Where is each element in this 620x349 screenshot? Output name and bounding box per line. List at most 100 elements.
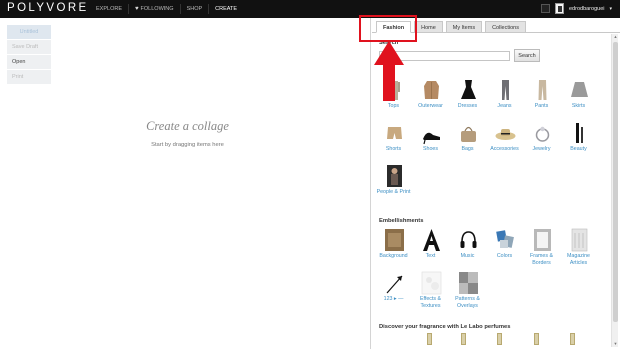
embellishment-background[interactable]: Background [375,226,412,269]
hat-icon [495,129,516,140]
highlight-box [359,15,417,42]
tab-my-items[interactable]: My Items [445,21,483,33]
embellishments-label: Embellishments [379,218,424,224]
embellishment-label: Frames & Borders [530,253,553,266]
category-label: Accessories [490,146,519,152]
category-people-print[interactable]: People & Print [375,162,412,208]
headphones-icon [460,231,477,248]
embellishment-label: 123 ▸ — [383,296,404,302]
jeans-icon [502,80,509,100]
embellishment-label: Patterns & Overlays [455,296,480,309]
scroll-thumb[interactable] [613,42,618,322]
avatar[interactable] [555,3,564,14]
search-button[interactable]: Search [514,49,540,62]
items-panel: Fashion Home My Items Collections Search… [372,18,620,349]
magazine-icon [571,228,588,252]
perfume-thumbnail[interactable] [497,333,502,345]
embellishment-patterns[interactable]: Patterns & Overlays [449,269,486,315]
user-menu: edrodbaroguei ▾ [541,3,612,14]
arrow-icon [386,275,403,294]
embellishment-frames[interactable]: Frames & Borders [523,226,560,269]
embellishment-label: Effects & Textures [419,296,442,309]
open-button[interactable]: Open [7,55,51,69]
left-toolbar: Untitled Save Draft Open Print [7,25,51,85]
category-label: Pants [534,103,549,109]
category-accessories[interactable]: Accessories [486,119,523,162]
category-shorts[interactable]: Shorts [375,119,412,162]
canvas-title: Create a collage [146,119,229,133]
embellishment-shapes[interactable]: 123 ▸ — [375,269,412,315]
effects-icon [421,271,442,295]
scroll-up-icon[interactable]: ▲ [612,34,619,40]
category-outerwear[interactable]: Outerwear [412,76,449,119]
embellishment-label: Text [425,253,436,259]
fashion-category-grid: Tops Outerwear Dresses Jeans Pants Skirt… [375,76,597,208]
category-bags[interactable]: Bags [449,119,486,162]
background-icon [385,229,404,251]
print-button[interactable]: Print [7,70,51,84]
frame-icon [534,229,551,251]
nav-following-label: FOLLOWING [140,6,174,12]
embellishment-label: Background [379,253,408,259]
ring-icon [535,126,550,142]
pattern-icon [459,272,478,294]
category-shoes[interactable]: Shoes [412,119,449,162]
embellishment-colors[interactable]: Colors [486,226,523,269]
perfume-thumbnail[interactable] [461,333,466,345]
category-label: People & Print [376,189,411,195]
nav-create[interactable]: CREATE [209,4,243,14]
pants-icon [538,80,547,100]
collage-canvas[interactable]: Create a collage Start by dragging items… [0,18,371,349]
category-pants[interactable]: Pants [523,76,560,119]
mascara-icon [576,123,583,143]
chevron-down-icon[interactable]: ▾ [609,6,612,12]
nav-following[interactable]: ♥ FOLLOWING [129,4,181,14]
category-dresses[interactable]: Dresses [449,76,486,119]
skirt-icon [571,82,588,97]
panel-scrollbar[interactable]: ▲ ▼ [611,34,618,347]
category-skirts[interactable]: Skirts [560,76,597,119]
category-jewelry[interactable]: Jewelry [523,119,560,162]
embellishment-label: Music [460,253,475,259]
category-jeans[interactable]: Jeans [486,76,523,119]
heart-icon: ♥ [134,6,139,12]
perfume-thumbnail[interactable] [570,333,575,345]
red-arrow-icon [374,41,404,101]
nav-shop[interactable]: SHOP [181,4,210,14]
shoe-icon [423,132,440,145]
top-navigation-bar: POLYVORE EXPLORE ♥ FOLLOWING SHOP CREATE … [0,0,620,18]
category-beauty[interactable]: Beauty [560,119,597,162]
main-nav: EXPLORE ♥ FOLLOWING SHOP CREATE [90,0,243,18]
promo-label: Discover your fragrance with Le Labo per… [379,324,511,330]
category-label: Shorts [385,146,402,152]
save-draft-button[interactable]: Save Draft [7,40,51,54]
polyvore-app: { "topbar": { "logo": "POLYVORE", "nav":… [0,0,620,349]
embellishment-magazine[interactable]: Magazine Articles [560,226,597,269]
scroll-down-icon[interactable]: ▼ [612,341,619,347]
category-label: Beauty [570,146,587,152]
embellishment-effects[interactable]: Effects & Textures [412,269,449,315]
shorts-icon [387,127,402,139]
notifications-icon[interactable] [541,4,550,13]
bag-icon [461,126,476,142]
category-label: Bags [461,146,474,152]
color-swatches-icon [496,230,514,248]
tab-collections[interactable]: Collections [485,21,526,33]
people-icon [387,165,402,187]
canvas-subtitle: Start by dragging items here [151,142,224,148]
category-label: Jeans [497,103,512,109]
text-icon [423,229,440,251]
embellishment-label: Magazine Articles [567,253,590,266]
category-label: Dresses [457,103,478,109]
category-label: Shoes [422,146,439,152]
embellishment-label: Colors [496,253,513,259]
collage-title-field[interactable]: Untitled [7,25,51,39]
perfume-thumbnail[interactable] [427,333,432,345]
embellishment-text[interactable]: Text [412,226,449,269]
nav-explore[interactable]: EXPLORE [90,4,129,14]
tab-home[interactable]: Home [414,21,443,33]
username[interactable]: edrodbaroguei [569,6,604,12]
embellishment-music[interactable]: Music [449,226,486,269]
polyvore-logo[interactable]: POLYVORE [7,2,89,14]
perfume-thumbnail[interactable] [534,333,539,345]
